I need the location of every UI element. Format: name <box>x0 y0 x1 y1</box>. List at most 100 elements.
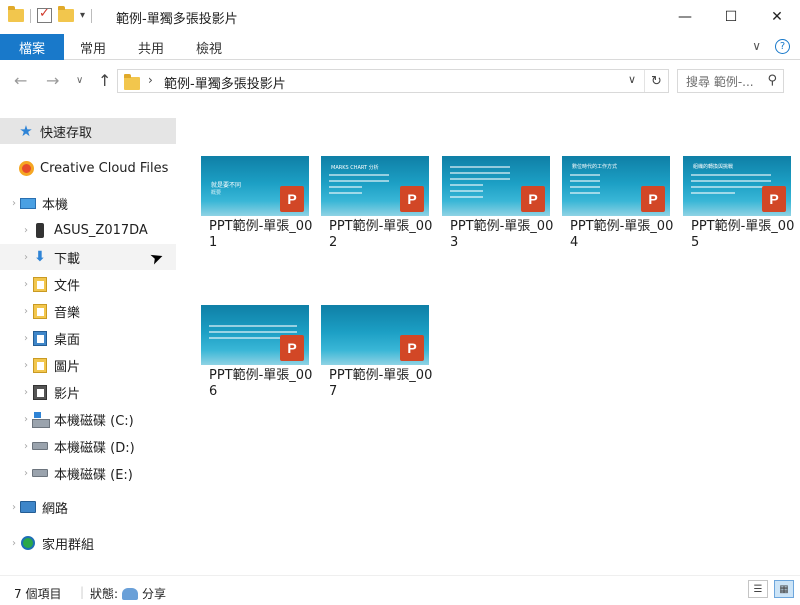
file-item[interactable]: 就是要不同 概要 P PPT範例-單張_001 <box>195 156 315 251</box>
sidebar-item-label: 圖片 <box>54 359 81 375</box>
sidebar-item-label: 音樂 <box>54 305 81 321</box>
customize-qat-icon[interactable]: ▾ <box>80 10 85 21</box>
expand-chevron-icon[interactable]: › <box>20 306 32 317</box>
phone-icon <box>36 222 44 238</box>
expand-chevron-icon[interactable]: › <box>20 360 32 371</box>
expand-chevron-icon[interactable]: › <box>20 468 32 479</box>
divider <box>91 8 93 23</box>
file-item[interactable]: P PPT範例-單張_006 <box>195 305 315 400</box>
folder-icon <box>124 74 140 90</box>
sidebar-item-drive-d[interactable]: › 本機磁碟 (D:) <box>0 433 176 459</box>
sidebar-item-label: 桌面 <box>54 332 81 348</box>
sidebar-item-label: 本機 <box>42 197 69 213</box>
tab-view[interactable]: 檢視 <box>196 34 222 60</box>
address-dropdown-icon[interactable]: ∨ <box>628 73 636 86</box>
tab-file[interactable]: 檔案 <box>0 34 64 60</box>
item-count: 7 個項目 <box>14 587 62 601</box>
expand-ribbon-icon[interactable]: ∨ <box>752 39 761 54</box>
slide-title: MARKS CHART 分析 <box>331 165 379 171</box>
address-bar[interactable]: › 範例-單獨多張投影片 ∨ ↻ <box>117 69 669 93</box>
expand-chevron-icon[interactable]: › <box>20 387 32 398</box>
file-name: PPT範例-單張_003 <box>450 219 554 250</box>
folder-icon[interactable] <box>8 6 24 22</box>
slide-title: 組織的轉換與挑戰 <box>693 164 734 170</box>
file-name: PPT範例-單張_004 <box>570 219 674 250</box>
powerpoint-icon: P <box>280 335 304 361</box>
expand-chevron-icon[interactable]: › <box>8 538 20 549</box>
sidebar-item-pictures[interactable]: › 圖片 <box>0 352 176 378</box>
forward-button[interactable]: → <box>46 71 59 90</box>
view-switcher: ☰ ▦ <box>748 580 794 598</box>
sidebar-item-videos[interactable]: › 影片 <box>0 379 176 405</box>
powerpoint-icon: P <box>641 186 665 212</box>
sidebar-item-label: 影片 <box>54 386 81 402</box>
slide-thumbnail: 就是要不同 概要 P <box>201 156 309 216</box>
expand-chevron-icon[interactable]: › <box>20 333 32 344</box>
divider: | <box>80 585 85 599</box>
properties-icon[interactable] <box>37 6 52 23</box>
expand-chevron-icon[interactable]: › <box>20 414 32 425</box>
sidebar-item-homegroup[interactable]: › 家用群組 <box>0 530 176 556</box>
file-name: PPT範例-單張_007 <box>329 368 433 399</box>
file-name: PPT範例-單張_005 <box>691 219 795 250</box>
expand-chevron-icon[interactable]: › <box>20 279 32 290</box>
refresh-button[interactable]: ↻ <box>644 70 668 92</box>
sidebar-item-drive-c[interactable]: › 本機磁碟 (C:) <box>0 406 176 432</box>
file-name: PPT範例-單張_006 <box>209 368 313 399</box>
sidebar-item-music[interactable]: › 音樂 <box>0 298 176 324</box>
sidebar-item-phone[interactable]: › ASUS_Z017DA <box>0 217 176 243</box>
sidebar-item-label: 下載 <box>54 251 81 267</box>
sidebar-item-desktop[interactable]: › 桌面 <box>0 325 176 351</box>
search-input[interactable]: 搜尋 範例-... ⚲ <box>677 69 784 93</box>
file-item[interactable]: 組織的轉換與挑戰 P PPT範例-單張_005 <box>677 156 797 251</box>
close-button[interactable]: ✕ <box>754 0 800 34</box>
file-item[interactable]: 數位時代的工作方式 P PPT範例-單張_004 <box>556 156 676 251</box>
expand-chevron-icon[interactable]: › <box>20 441 32 452</box>
sidebar-item-label: 本機磁碟 (C:) <box>54 413 134 429</box>
expand-chevron-icon[interactable]: › <box>8 198 20 209</box>
shared-users-icon <box>122 587 139 600</box>
tab-share[interactable]: 共用 <box>138 34 164 60</box>
minimize-button[interactable]: — <box>662 0 708 34</box>
up-button[interactable]: ↑ <box>98 71 111 90</box>
sidebar-item-label: 文件 <box>54 278 81 294</box>
search-icon[interactable]: ⚲ <box>767 73 777 88</box>
sidebar-item-documents[interactable]: › 文件 <box>0 271 176 297</box>
download-icon: ⬇ <box>34 249 46 265</box>
sidebar-item-this-pc[interactable]: › 本機 <box>0 190 176 216</box>
help-icon[interactable]: ? <box>775 39 790 54</box>
status-value: 分享 <box>142 587 167 601</box>
sidebar-item-label: Creative Cloud Files <box>40 160 169 176</box>
recent-locations-button[interactable]: ∨ <box>76 75 83 86</box>
expand-chevron-icon[interactable]: › <box>20 252 32 263</box>
file-list: 就是要不同 概要 P PPT範例-單張_001 MARKS CHART 分析 P… <box>180 101 800 571</box>
sidebar-item-network[interactable]: › 網路 <box>0 494 176 520</box>
sidebar-item-creative-cloud[interactable]: Creative Cloud Files <box>0 155 176 181</box>
back-button[interactable]: ← <box>14 71 27 90</box>
star-icon: ★ <box>19 122 33 140</box>
large-icons-view-button[interactable]: ▦ <box>774 580 794 598</box>
details-view-button[interactable]: ☰ <box>748 580 768 598</box>
new-folder-icon[interactable] <box>58 6 74 22</box>
breadcrumb[interactable]: 範例-單獨多張投影片 <box>164 73 286 92</box>
slide-thumbnail: 組織的轉換與挑戰 P <box>683 156 791 216</box>
sidebar-item-drive-e[interactable]: › 本機磁碟 (E:) <box>0 460 176 486</box>
sidebar-item-label: 家用群組 <box>42 537 95 553</box>
sidebar-item-label: 本機磁碟 (D:) <box>54 440 135 456</box>
expand-chevron-icon[interactable]: › <box>8 502 20 513</box>
desktop-icon <box>33 330 47 346</box>
file-item[interactable]: P PPT範例-單張_007 <box>315 305 435 400</box>
music-icon <box>33 303 47 319</box>
tab-home[interactable]: 常用 <box>80 34 106 60</box>
breadcrumb-chevron-icon[interactable]: › <box>148 73 153 87</box>
sidebar-item-label: 網路 <box>42 501 69 517</box>
file-name: PPT範例-單張_001 <box>209 219 313 250</box>
file-item[interactable]: P PPT範例-單張_003 <box>436 156 556 251</box>
window-title: 範例-單獨多張投影片 <box>116 12 238 27</box>
maximize-button[interactable]: ☐ <box>708 0 754 34</box>
sidebar-item-quick-access[interactable]: ★ 快速存取 <box>0 118 176 144</box>
network-icon <box>20 501 36 513</box>
share-status: 狀態: 分享 <box>90 585 166 602</box>
expand-chevron-icon[interactable]: › <box>20 225 32 236</box>
file-item[interactable]: MARKS CHART 分析 P PPT範例-單張_002 <box>315 156 435 251</box>
